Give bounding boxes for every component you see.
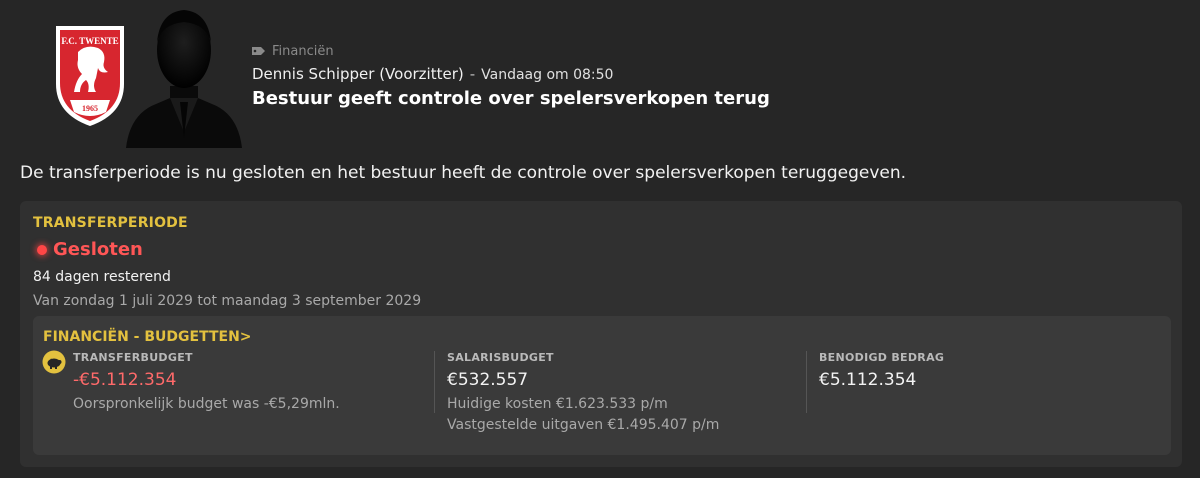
crest-year-text: 1965: [82, 104, 98, 113]
budgets-box: FINANCIËN - BUDGETTEN> TRANSFERBUDGET -€…: [33, 316, 1171, 455]
transfer-window-panel: TRANSFERPERIODE Gesloten 84 dagen rester…: [20, 201, 1182, 467]
column-divider: [434, 351, 435, 413]
status-dot-icon: [37, 244, 47, 255]
silhouette-avatar-icon[interactable]: [124, 2, 244, 148]
required-amount-value: €5.112.354: [819, 370, 917, 390]
sender-row: Dennis Schipper (Voorzitter) - Vandaag o…: [252, 65, 770, 83]
chevron-right-icon: >: [239, 329, 252, 345]
salary-budget-label: SALARISBUDGET: [447, 351, 554, 364]
sender-name[interactable]: Dennis Schipper (Voorzitter): [252, 65, 464, 83]
required-amount-label: BENODIGD BEDRAG: [819, 351, 945, 364]
salary-budget-value: €532.557: [447, 370, 529, 390]
message-header: F.C. TWENTE 1965 Financiën Dennis Schipp…: [0, 0, 1200, 150]
salary-current-costs: Huidige kosten €1.623.533 p/m: [447, 396, 668, 412]
message-meta: Financiën Dennis Schipper (Voorzitter) -…: [252, 42, 770, 109]
salary-fixed-expenses: Vastgestelde uitgaven €1.495.407 p/m: [447, 417, 720, 433]
budgets-title: FINANCIËN - BUDGETTEN: [43, 329, 240, 345]
fc-twente-crest-icon[interactable]: F.C. TWENTE 1965: [52, 22, 128, 128]
message-body-text: De transferperiode is nu gesloten en het…: [20, 163, 907, 183]
transfer-window-status: Gesloten: [37, 239, 143, 260]
window-period: Van zondag 1 juli 2029 tot maandag 3 sep…: [33, 293, 422, 309]
piggy-bank-icon: [42, 350, 66, 374]
transfer-budget-original: Oorspronkelijk budget was -€5,29mln.: [73, 396, 340, 412]
transfer-budget-value: -€5.112.354: [73, 370, 177, 390]
status-text: Gesloten: [53, 239, 143, 260]
column-divider: [806, 351, 807, 413]
days-remaining: 84 dagen resterend: [33, 269, 171, 285]
budgets-link[interactable]: FINANCIËN - BUDGETTEN>: [43, 329, 252, 345]
message-headline: Bestuur geeft controle over spelersverko…: [252, 88, 770, 109]
transfer-budget-label: TRANSFERBUDGET: [73, 351, 193, 364]
category-label[interactable]: Financiën: [272, 44, 334, 59]
sender-separator: -: [469, 65, 476, 83]
required-amount-column: BENODIGD BEDRAG €5.112.354: [819, 351, 944, 390]
category-row: Financiën: [252, 42, 770, 60]
crest-top-text: F.C. TWENTE: [61, 36, 118, 46]
salary-budget-column: SALARISBUDGET €532.557 Huidige kosten €1…: [447, 351, 719, 433]
tag-icon: [252, 47, 265, 55]
transfer-window-title: TRANSFERPERIODE: [33, 215, 188, 231]
transfer-budget-column: TRANSFERBUDGET -€5.112.354 Oorspronkelij…: [73, 351, 340, 412]
message-time: Vandaag om 08:50: [481, 67, 614, 83]
